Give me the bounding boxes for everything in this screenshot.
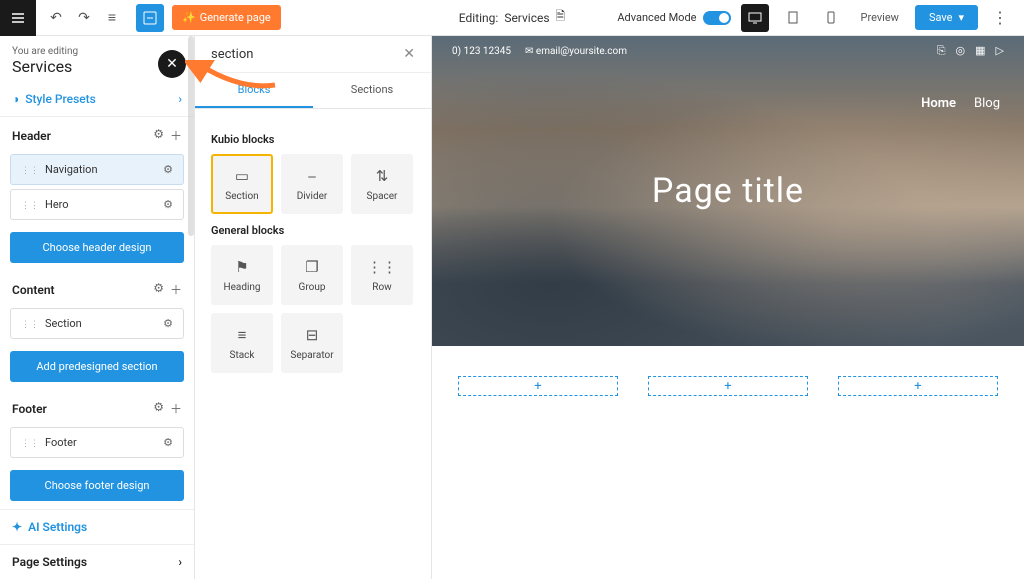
chevron-right-icon: › [178,555,182,569]
page-title-label: Services [12,57,182,76]
add-block-zone[interactable]: + [458,376,618,396]
plus-icon[interactable]: ＋ [170,127,182,144]
outline-button[interactable]: ≡ [102,8,122,28]
page-settings-accordion[interactable]: Page Settings › [0,545,194,579]
sidebar-item-section[interactable]: ⋮⋮Section ⚙ [10,308,184,339]
sparkle-icon: ✦ [12,520,22,534]
device-mobile-button[interactable] [817,4,845,32]
email-text: ✉ email@yoursite.com [525,46,627,57]
redo-button[interactable]: ↷ [74,8,94,28]
main-menu-button[interactable] [0,0,36,36]
add-block-zone[interactable]: + [838,376,998,396]
gear-icon[interactable]: ⚙ [163,436,173,449]
tab-sections[interactable]: Sections [313,73,431,108]
sidebar-item-footer[interactable]: ⋮⋮Footer ⚙ [10,427,184,458]
block-card-divider[interactable]: ⎯ Divider [281,154,343,214]
save-button[interactable]: Save ▾ [915,5,978,30]
undo-button[interactable]: ↶ [46,8,66,28]
social-icon[interactable]: ▦ [975,44,985,58]
heading-icon: ⚑ [235,258,248,276]
social-icon[interactable]: ⎘ [937,44,946,58]
block-card-section[interactable]: ▭ Section [211,154,273,214]
close-sidebar-button[interactable]: ✕ [158,50,186,78]
gear-icon[interactable]: ⚙ [153,127,164,144]
general-blocks-label: General blocks [211,224,415,237]
chevron-right-icon: › [178,92,182,106]
header-section-label: Header [12,129,51,143]
sparkle-icon: ✨ [182,11,196,24]
block-card-spacer[interactable]: ⇅ Spacer [351,154,413,214]
footer-section-label: Footer [12,402,47,416]
sidebar-item-navigation[interactable]: ⋮⋮Navigation ⚙ [10,154,184,185]
content-section-label: Content [12,283,55,297]
chevron-down-icon: ▾ [958,11,964,24]
toggle-switch[interactable] [703,11,731,25]
stack-icon: ≡ [238,326,247,344]
block-search-input[interactable] [211,47,371,62]
editing-subtitle: You are editing [12,46,182,57]
generate-page-button[interactable]: ✨ Generate page [172,5,281,30]
page-icon: 🗎 [556,7,566,28]
group-icon: ❐ [305,258,318,276]
gear-icon[interactable]: ⚙ [153,281,164,298]
gear-icon[interactable]: ⚙ [163,163,173,176]
tab-blocks[interactable]: Blocks [195,73,313,108]
nav-blog[interactable]: Blog [974,96,1000,111]
plus-icon[interactable]: ＋ [170,281,182,298]
block-card-stack[interactable]: ≡ Stack [211,313,273,373]
advanced-mode-toggle[interactable]: Advanced Mode [617,11,730,25]
section-icon: ▭ [235,167,249,185]
separator-icon: ⊟ [306,326,319,344]
divider-icon: ⎯ [308,167,316,185]
add-block-zone[interactable]: + [648,376,808,396]
scrollbar[interactable] [188,36,194,236]
ai-settings-accordion[interactable]: ✦AI Settings [0,509,194,545]
gear-icon[interactable]: ⚙ [163,198,173,211]
drag-handle-icon: ⋮⋮ [21,439,39,449]
device-tablet-button[interactable] [779,4,807,32]
drag-handle-icon: ⋮⋮ [21,201,39,211]
phone-text: 0) 123 12345 [452,46,511,57]
nav-home[interactable]: Home [921,96,956,111]
hero-page-title: Page title [652,171,804,211]
block-card-row[interactable]: ⋮⋮ Row [351,245,413,305]
block-card-separator[interactable]: ⊟ Separator [281,313,343,373]
gear-icon[interactable]: ⚙ [153,400,164,417]
add-predesigned-section-button[interactable]: Add predesigned section [10,351,184,382]
kubio-blocks-label: Kubio blocks [211,133,415,146]
presets-icon: ◑ [12,92,19,106]
block-card-group[interactable]: ❐ Group [281,245,343,305]
device-desktop-button[interactable] [741,4,769,32]
drag-handle-icon: ⋮⋮ [21,166,39,176]
more-options-button[interactable]: ⋮ [988,8,1012,27]
style-presets-accordion[interactable]: ◑Style Presets › [0,82,194,117]
spacer-icon: ⇅ [376,167,389,185]
social-icon[interactable]: ◎ [956,44,966,58]
plus-icon[interactable]: ＋ [170,400,182,417]
sidebar-item-hero[interactable]: ⋮⋮Hero ⚙ [10,189,184,220]
social-icon[interactable]: ▷ [996,44,1004,58]
editing-indicator: Editing: Services 🗎 [459,7,565,28]
block-card-heading[interactable]: ⚑ Heading [211,245,273,305]
preview-button[interactable]: Preview [855,11,905,24]
choose-footer-button[interactable]: Choose footer design [10,470,184,501]
drag-handle-icon: ⋮⋮ [21,320,39,330]
inserter-button[interactable] [136,4,164,32]
gear-icon[interactable]: ⚙ [163,317,173,330]
close-panel-button[interactable]: ✕ [403,46,415,62]
choose-header-button[interactable]: Choose header design [10,232,184,263]
row-icon: ⋮⋮ [367,258,397,276]
